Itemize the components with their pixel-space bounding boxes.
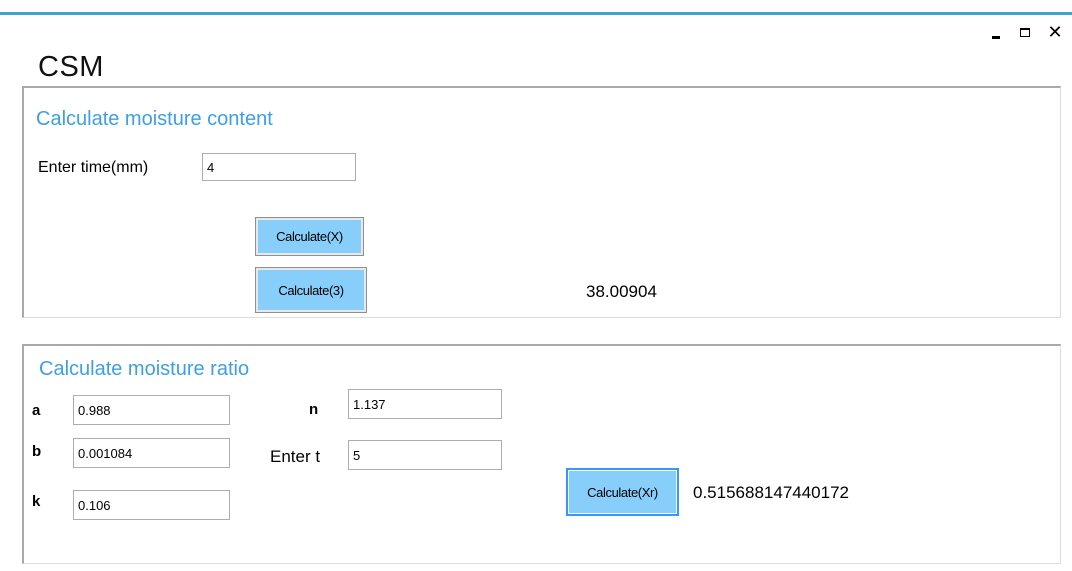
k-label: k bbox=[32, 493, 41, 510]
calculate-xr-button[interactable]: Calculate(Xr) bbox=[566, 468, 679, 516]
maximize-button[interactable] bbox=[1013, 22, 1037, 42]
calculate-3-button[interactable]: Calculate(3) bbox=[255, 267, 367, 313]
n-input[interactable] bbox=[348, 389, 502, 419]
minimize-button[interactable] bbox=[984, 22, 1008, 42]
minimize-icon bbox=[992, 35, 1000, 39]
t-label: Enter t bbox=[270, 447, 321, 466]
close-icon: ✕ bbox=[1047, 22, 1063, 42]
moisture-content-heading: Calculate moisture content bbox=[36, 108, 273, 130]
close-button[interactable]: ✕ bbox=[1043, 22, 1067, 42]
time-label: Enter time(mm) bbox=[38, 159, 149, 176]
app-title: CSM bbox=[38, 51, 104, 83]
window-accent-line bbox=[0, 12, 1072, 15]
n-label: n bbox=[309, 401, 319, 418]
a-input[interactable] bbox=[73, 395, 230, 425]
moisture-ratio-heading: Calculate moisture ratio bbox=[39, 358, 250, 380]
moisture-content-result: 38.00904 bbox=[586, 282, 657, 301]
t-input[interactable] bbox=[348, 440, 502, 470]
b-input[interactable] bbox=[73, 438, 230, 468]
time-input[interactable] bbox=[202, 153, 356, 181]
moisture-ratio-result: 0.515688147440172 bbox=[693, 483, 849, 502]
calculate-x-button[interactable]: Calculate(X) bbox=[255, 217, 364, 256]
a-label: a bbox=[32, 402, 41, 419]
moisture-ratio-panel: Calculate moisture ratio a b k n Enter t… bbox=[22, 344, 1061, 564]
maximize-icon bbox=[1020, 27, 1030, 37]
moisture-content-panel: Calculate moisture content Enter time(mm… bbox=[22, 86, 1061, 318]
b-label: b bbox=[32, 443, 42, 460]
k-input[interactable] bbox=[73, 490, 230, 520]
